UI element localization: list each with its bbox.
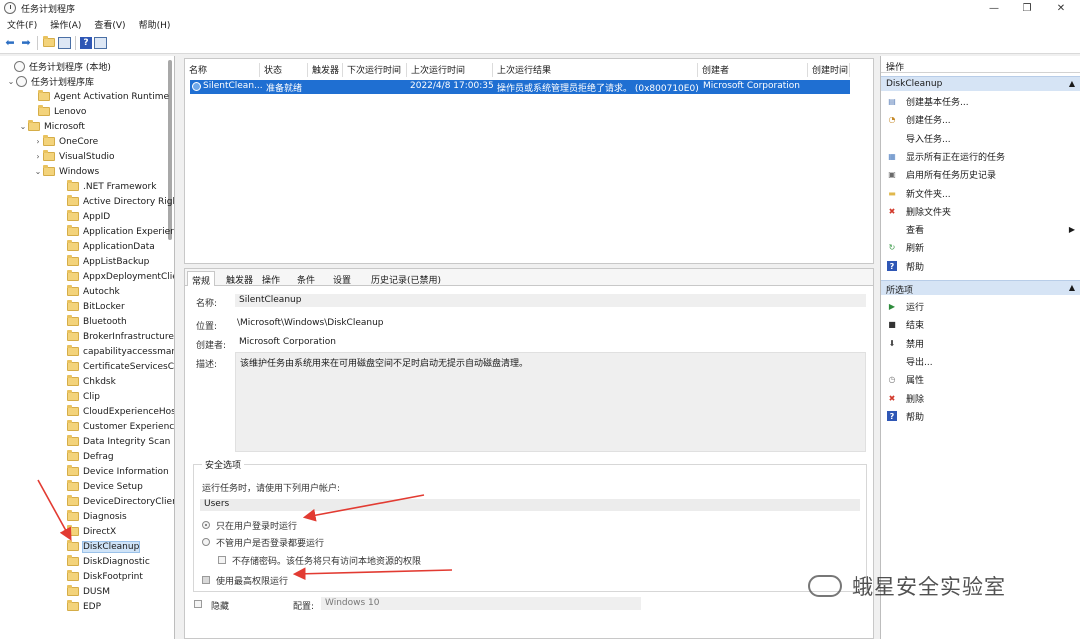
watermark-text: 蛾星安全实验室 — [852, 575, 1006, 599]
annotation-arrow-logged-on — [302, 494, 425, 522]
annotation-arrow-diskcleanup — [37, 479, 72, 541]
watermark: 蛾星安全实验室 — [808, 571, 1006, 601]
annotation-arrows — [37, 479, 453, 581]
annotation-arrow-highest — [292, 567, 453, 581]
wechat-logo-icon — [808, 575, 842, 597]
